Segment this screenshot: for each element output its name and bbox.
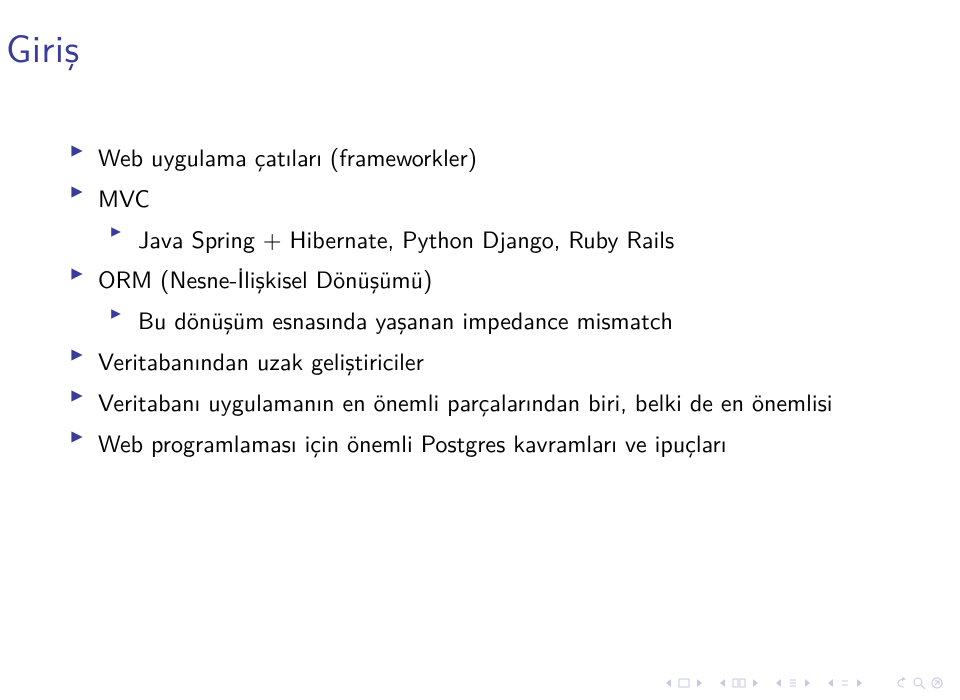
triangle-bullet-icon	[70, 430, 90, 444]
nav-slide-prev-icon[interactable]	[664, 678, 674, 688]
triangle-bullet-icon	[70, 267, 90, 281]
nav-subsection-prev-icon[interactable]	[774, 678, 784, 688]
bullet-text: Web programlaması için önemli Postgres k…	[98, 425, 726, 460]
bullet-item: Web programlaması için önemli Postgres k…	[70, 426, 900, 461]
nav-frame-icon[interactable]	[678, 678, 690, 688]
nav-slide-next-icon[interactable]	[694, 678, 704, 688]
nav-search-icon[interactable]	[912, 676, 926, 690]
bullet-item: Veritabanı uygulamanın en önemli parçala…	[70, 385, 900, 420]
bullet-text: Java Spring + Hibernate, Python Django, …	[138, 221, 674, 256]
bullet-item: ORM (Nesne-İlişkisel Dönüşümü)	[70, 262, 900, 297]
bullet-item: MVC	[70, 181, 900, 216]
slide-title: Giriş	[6, 18, 80, 74]
bullet-text: ORM (Nesne-İlişkisel Dönüşümü)	[98, 261, 432, 296]
bullet-text: Veritabanından uzak geliştiriciler	[98, 343, 424, 378]
bullet-item: Veritabanından uzak geliştiriciler	[70, 344, 900, 379]
nav-subsection-next-icon[interactable]	[802, 678, 812, 688]
nav-section-icon[interactable]	[732, 678, 746, 688]
triangle-bullet-icon	[110, 226, 130, 238]
nav-appendix-next-icon[interactable]	[854, 678, 864, 688]
triangle-bullet-icon	[110, 308, 130, 320]
nav-appendix-icon[interactable]	[840, 678, 850, 688]
nav-subsection-icon[interactable]	[788, 678, 798, 688]
bullet-item: Java Spring + Hibernate, Python Django, …	[70, 222, 900, 257]
triangle-bullet-icon	[70, 348, 90, 362]
bullet-item: Web uygulama çatıları (frameworkler)	[70, 140, 900, 175]
beamer-nav-bar	[664, 676, 944, 690]
nav-appendix-prev-icon[interactable]	[826, 678, 836, 688]
triangle-bullet-icon	[70, 185, 90, 199]
nav-close-icon[interactable]	[930, 676, 944, 690]
bullet-text: Veritabanı uygulamanın en önemli parçala…	[98, 384, 833, 419]
bullet-item: Bu dönüşüm esnasında yaşanan impedance m…	[70, 303, 900, 338]
bullet-text: Bu dönüşüm esnasında yaşanan impedance m…	[138, 302, 673, 337]
bullet-text: MVC	[98, 180, 150, 215]
slide-content: Web uygulama çatıları (frameworkler) MVC…	[70, 140, 900, 466]
triangle-bullet-icon	[70, 389, 90, 403]
triangle-bullet-icon	[70, 144, 90, 158]
nav-section-prev-icon[interactable]	[718, 678, 728, 688]
nav-section-next-icon[interactable]	[750, 678, 760, 688]
bullet-text: Web uygulama çatıları (frameworkler)	[98, 139, 477, 174]
nav-back-icon[interactable]	[892, 677, 908, 689]
